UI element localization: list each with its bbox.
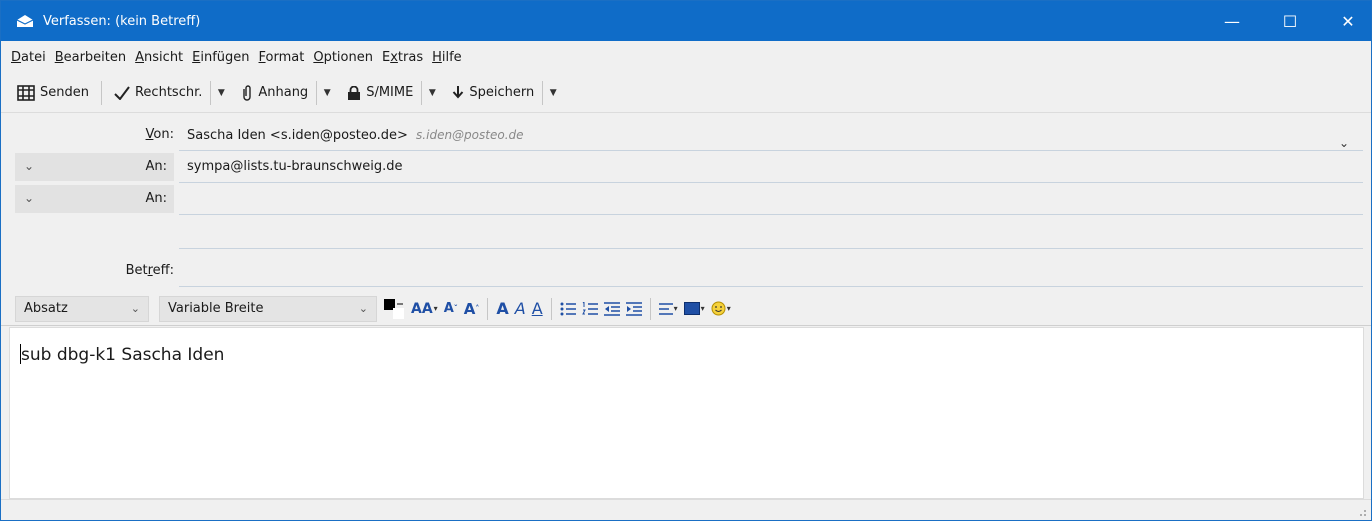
menu-extras[interactable]: Extras	[382, 50, 423, 65]
chevron-down-icon: ⌄	[24, 159, 35, 173]
smime-dropdown[interactable]: ▼	[424, 81, 440, 105]
attach-label: Anhang	[258, 85, 309, 100]
from-label: Von:	[145, 127, 174, 142]
bullet-list-icon[interactable]	[560, 296, 576, 322]
menu-format[interactable]: Format	[259, 50, 305, 65]
resize-grip-icon[interactable]	[1357, 507, 1367, 517]
toolbar-divider	[316, 80, 318, 105]
bold-icon[interactable]: A	[496, 296, 508, 322]
text-color-icon[interactable]	[383, 296, 405, 322]
recipient-row-empty	[1, 217, 1371, 249]
recipient-row-2: ⌄ An:	[1, 183, 1371, 215]
decrease-font-size-icon[interactable]: Aˇ	[444, 296, 458, 322]
toolbar-divider	[210, 80, 212, 105]
compose-window: Verfassen: (kein Betreff) — ☐ ✕ Datei Be…	[0, 0, 1372, 521]
window-title: Verfassen: (kein Betreff)	[43, 13, 201, 29]
recipient-input[interactable]	[179, 183, 1363, 215]
paperclip-icon	[243, 84, 252, 101]
subject-row: Betreff:	[1, 255, 1371, 287]
menu-ansicht[interactable]: Ansicht	[135, 50, 183, 65]
font-value: Variable Breite	[168, 301, 264, 316]
font-select[interactable]: Variable Breite ⌄	[159, 295, 377, 322]
maximize-button[interactable]: ☐	[1267, 1, 1313, 41]
attach-button[interactable]: Anhang	[235, 78, 314, 108]
chevron-down-icon: ⌄	[130, 302, 140, 315]
format-divider	[487, 297, 489, 320]
close-button[interactable]: ✕	[1325, 1, 1371, 41]
menu-hilfe[interactable]: Hilfe	[432, 50, 462, 65]
increase-font-size-icon[interactable]: A ˄	[464, 296, 480, 322]
from-address-hint: s.iden@posteo.de	[416, 128, 524, 142]
menu-bearbeiten[interactable]: Bearbeiten	[55, 50, 126, 65]
numbered-list-icon[interactable]	[581, 296, 598, 322]
status-bar	[1, 499, 1371, 520]
from-row: Von: Sascha Iden <s.iden@posteo.de> s.id…	[1, 119, 1371, 151]
paragraph-format-value: Absatz	[24, 301, 68, 316]
recipient-input-empty[interactable]	[179, 217, 1363, 249]
title-bar: Verfassen: (kein Betreff) — ☐ ✕	[1, 1, 1371, 41]
recipient-row-1: ⌄ An: sympa@lists.tu-braunschweig.de	[1, 151, 1371, 183]
from-select[interactable]: Sascha Iden <s.iden@posteo.de> s.iden@po…	[179, 119, 1363, 151]
recipient-input[interactable]: sympa@lists.tu-braunschweig.de	[179, 151, 1363, 183]
outdent-icon[interactable]	[603, 296, 620, 322]
format-divider	[649, 297, 651, 320]
subject-input[interactable]	[179, 255, 1363, 287]
insert-image-icon[interactable]: ▾	[683, 296, 705, 322]
align-icon[interactable]: ▾	[658, 296, 678, 322]
recipient-type-select[interactable]: ⌄ An:	[15, 185, 174, 213]
underline-icon[interactable]: A	[532, 296, 543, 322]
format-divider	[550, 297, 552, 320]
save-button[interactable]: Speichern	[446, 78, 540, 108]
smime-button[interactable]: S/MIME	[341, 78, 419, 108]
toolbar-divider	[421, 80, 423, 105]
toolbar-divider	[542, 80, 544, 105]
smiley-icon[interactable]: ▾	[711, 296, 731, 322]
compose-app-icon	[15, 14, 35, 28]
menu-einfuegen[interactable]: Einfügen	[192, 50, 249, 65]
menu-optionen[interactable]: Optionen	[313, 50, 373, 65]
save-label: Speichern	[469, 85, 535, 100]
indent-icon[interactable]	[625, 296, 642, 322]
window-controls: — ☐ ✕	[1209, 1, 1371, 41]
paragraph-format-select[interactable]: Absatz ⌄	[15, 295, 149, 322]
italic-icon[interactable]: A	[515, 296, 526, 322]
spellcheck-button[interactable]: Rechtschr.	[108, 78, 208, 108]
send-button[interactable]: Senden	[11, 78, 95, 108]
lock-icon	[348, 85, 361, 100]
menu-bar: Datei Bearbeiten Ansicht Einfügen Format…	[1, 41, 1371, 73]
recipient-type-select[interactable]: ⌄ An:	[15, 153, 174, 181]
smime-label: S/MIME	[366, 85, 414, 100]
toolbar-divider	[100, 80, 102, 105]
from-identity: Sascha Iden <s.iden@posteo.de>	[187, 128, 408, 143]
chevron-down-icon: ⌄	[24, 191, 35, 205]
send-icon	[17, 84, 35, 101]
recipient-type-label: An:	[145, 159, 167, 174]
save-dropdown[interactable]: ▼	[545, 81, 561, 105]
send-label: Senden	[40, 85, 89, 100]
arrow-down-icon	[453, 85, 464, 98]
message-body-editor[interactable]: sub dbg-k1 Sascha Iden	[9, 327, 1364, 499]
message-body-text: sub dbg-k1 Sascha Iden	[21, 345, 225, 365]
attach-dropdown[interactable]: ▼	[319, 81, 335, 105]
format-toolbar: Absatz ⌄ Variable Breite ⌄ AA ▾ Aˇ A ˄ A A…	[1, 292, 1371, 326]
checkmark-icon	[114, 85, 130, 100]
recipient-type-label: An:	[145, 191, 167, 206]
menu-datei[interactable]: Datei	[11, 50, 46, 65]
font-size-icon[interactable]: AA ▾	[411, 296, 438, 322]
chevron-down-icon: ⌄	[358, 302, 368, 315]
spellcheck-label: Rechtschr.	[134, 85, 203, 100]
minimize-button[interactable]: —	[1209, 1, 1255, 41]
spellcheck-dropdown[interactable]: ▼	[213, 81, 229, 105]
subject-label: Betreff:	[125, 263, 174, 278]
address-fields: Von: Sascha Iden <s.iden@posteo.de> s.id…	[1, 114, 1371, 292]
compose-toolbar: Senden Rechtschr. ▼ Anhang ▼ S/MIME ▼ Sp…	[1, 73, 1371, 113]
